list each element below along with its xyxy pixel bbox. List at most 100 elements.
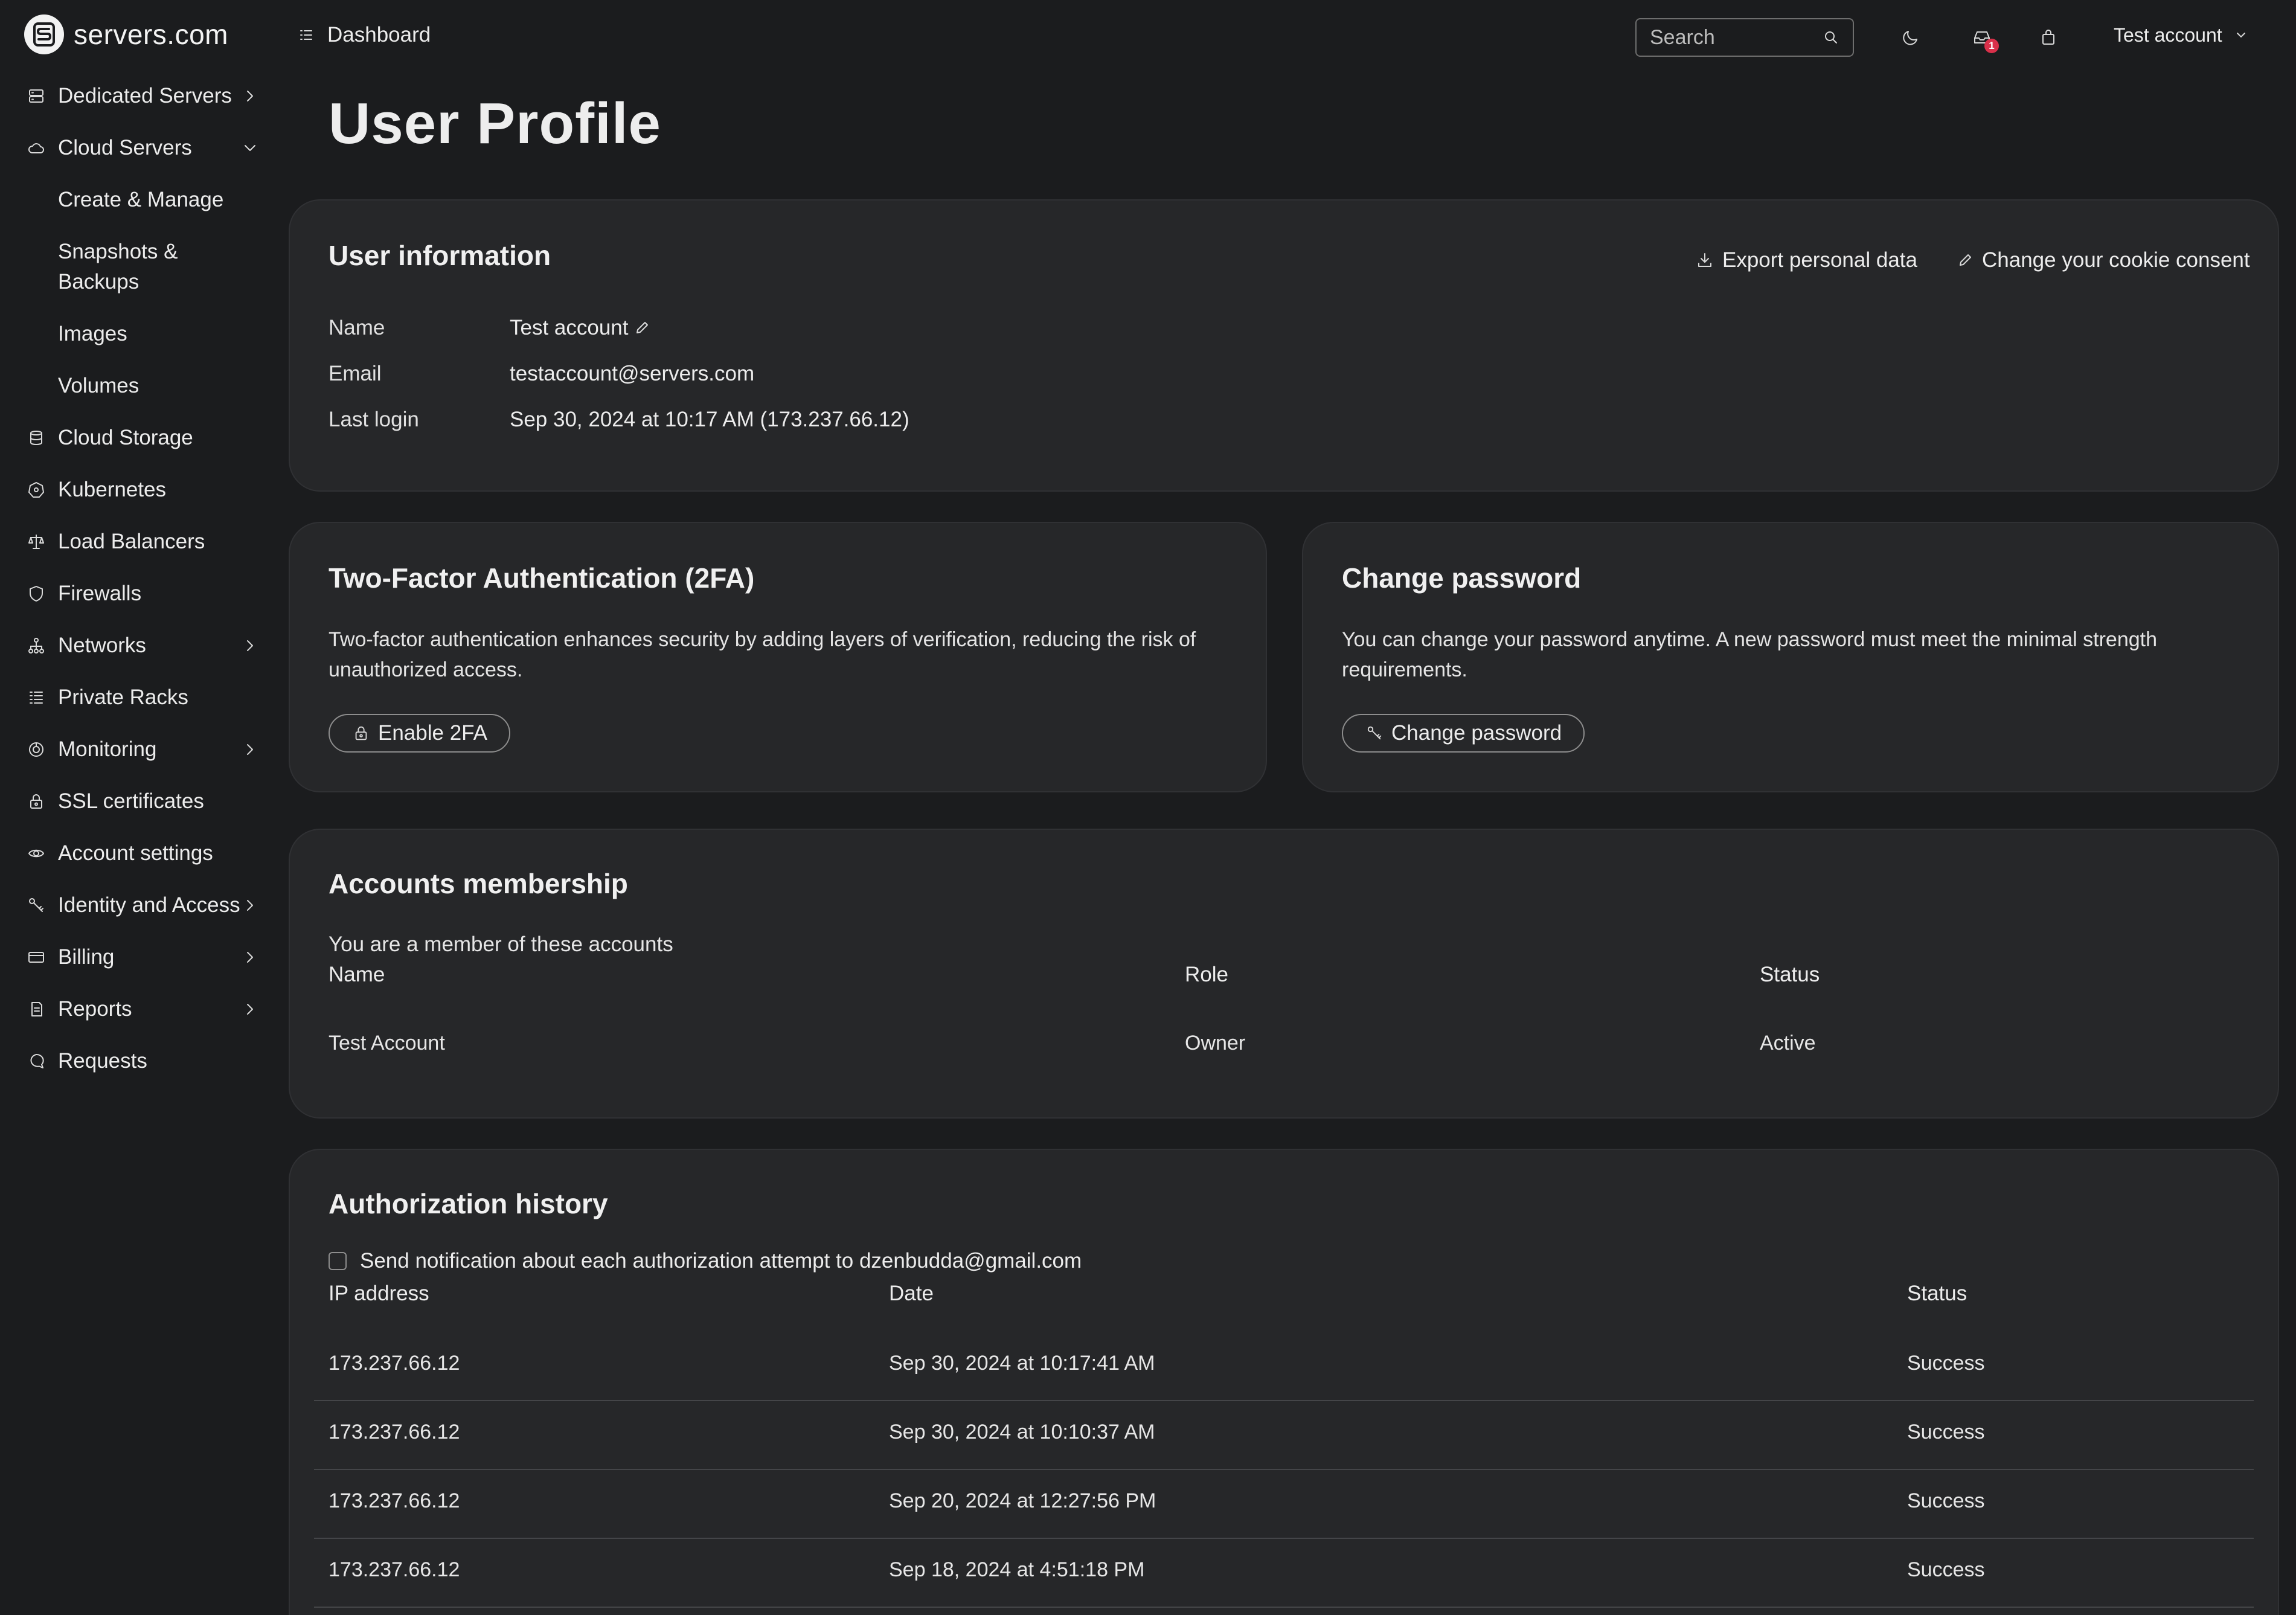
dashboard-label: Dashboard	[327, 23, 431, 47]
sidebar-item-dedicated-servers[interactable]: Dedicated Servers	[0, 70, 275, 122]
account-menu[interactable]: Test account	[2114, 22, 2249, 48]
server-icon	[27, 86, 46, 106]
sidebar-item-networks[interactable]: Networks	[0, 620, 275, 672]
auth-ip: 173.237.66.12	[329, 1352, 460, 1375]
info-key: Last login	[329, 408, 419, 431]
scale-icon	[27, 532, 46, 551]
user-name-value: Test account	[510, 316, 629, 339]
sidebar-item-monitoring[interactable]: Monitoring	[0, 724, 275, 775]
sidebar-item-firewalls[interactable]: Firewalls	[0, 568, 275, 620]
shield-icon	[27, 584, 46, 603]
change-cookie-consent-link[interactable]: Change your cookie consent	[1957, 245, 2250, 275]
button-label: Enable 2FA	[378, 721, 487, 745]
sidebar-item-cloud-servers[interactable]: Cloud Servers	[0, 122, 275, 174]
info-key: Name	[329, 316, 385, 339]
monitoring-icon	[27, 740, 46, 759]
card-title: Change password	[1342, 562, 1582, 594]
chevron-right-icon	[247, 952, 253, 963]
password-description: You can change your password anytime. A …	[1342, 628, 2158, 681]
change-password-card: Change password You can change your pass…	[1302, 522, 2279, 792]
logo-icon	[24, 14, 64, 54]
rack-icon	[27, 688, 46, 707]
search-box[interactable]	[1635, 18, 1854, 57]
auth-status: Success	[1907, 1421, 1985, 1443]
cart-button[interactable]	[2035, 24, 2062, 51]
membership-status: Active	[1760, 1032, 1816, 1055]
column-header-status: Status	[1907, 1282, 1967, 1305]
export-personal-data-link[interactable]: Export personal data	[1696, 245, 1917, 275]
button-label: Change password	[1391, 721, 1562, 745]
database-icon	[27, 428, 46, 448]
row-divider	[314, 1469, 2254, 1470]
info-row-last-login: Last login Sep 30, 2024 at 10:17 AM (173…	[329, 405, 909, 435]
info-key: Email	[329, 362, 382, 385]
enable-2fa-button[interactable]: Enable 2FA	[329, 714, 510, 753]
sidebar-subitem-snapshots-backups[interactable]: Snapshots & Backups	[0, 226, 275, 308]
sidebar-item-account-settings[interactable]: Account settings	[0, 827, 275, 879]
sidebar-item-kubernetes[interactable]: Kubernetes	[0, 464, 275, 516]
cloud-icon	[27, 138, 46, 158]
dashboard-link[interactable]: Dashboard	[298, 22, 431, 48]
notifications-button[interactable]: 1	[1969, 24, 1999, 53]
sidebar-item-private-racks[interactable]: Private Racks	[0, 672, 275, 724]
chevron-right-icon	[247, 91, 253, 101]
sidebar-item-billing[interactable]: Billing	[0, 931, 275, 983]
key-icon	[1367, 726, 1382, 740]
sidebar-item-requests[interactable]: Requests	[0, 1035, 275, 1087]
network-icon	[27, 636, 46, 655]
brand-logo[interactable]: servers.com	[24, 14, 228, 54]
sidebar-subitem-volumes[interactable]: Volumes	[0, 360, 275, 412]
sidebar-item-label: Dedicated Servers	[58, 84, 232, 108]
sidebar-subitem-create-manage[interactable]: Create & Manage	[0, 174, 275, 226]
membership-subtitle: You are a member of these accounts	[329, 933, 673, 956]
bag-icon	[2042, 30, 2054, 45]
account-label: Test account	[2114, 24, 2222, 46]
info-row-email: Email testaccount@servers.com	[329, 359, 754, 389]
chevron-right-icon	[247, 744, 253, 755]
auth-status: Success	[1907, 1558, 1985, 1581]
edit-name-icon[interactable]	[633, 319, 650, 336]
sidebar-item-load-balancers[interactable]: Load Balancers	[0, 516, 275, 568]
cookie-label: Change your cookie consent	[1982, 248, 2250, 272]
row-divider	[314, 1607, 2254, 1608]
brand-name: servers.com	[74, 19, 228, 50]
sidebar-item-label: Monitoring	[58, 737, 157, 761]
notify-checkbox[interactable]	[329, 1252, 347, 1270]
sidebar-item-cloud-storage[interactable]: Cloud Storage	[0, 412, 275, 464]
auth-date: Sep 30, 2024 at 10:10:37 AM	[889, 1421, 1155, 1443]
info-value: Test account	[510, 316, 650, 340]
twofa-description: Two-factor authentication enhances secur…	[329, 628, 1196, 681]
search-icon[interactable]	[1823, 29, 1839, 46]
sidebar-subitem-images[interactable]: Images	[0, 308, 275, 360]
change-password-button[interactable]: Change password	[1342, 714, 1585, 753]
info-value: Sep 30, 2024 at 10:17 AM (173.237.66.12)	[510, 408, 909, 431]
auth-status: Success	[1907, 1489, 1985, 1512]
auth-date: Sep 30, 2024 at 10:17:41 AM	[889, 1352, 1155, 1375]
card-title: Accounts membership	[329, 868, 628, 899]
sidebar-subitem-label: Snapshots & Backups	[58, 240, 178, 294]
auth-ip: 173.237.66.12	[329, 1421, 460, 1443]
theme-toggle[interactable]	[1897, 24, 1924, 51]
auth-ip: 173.237.66.12	[329, 1558, 460, 1581]
auth-date: Sep 18, 2024 at 4:51:18 PM	[889, 1558, 1145, 1581]
sidebar-item-identity-access[interactable]: Identity and Access	[0, 879, 275, 931]
sidebar-item-label: Firewalls	[58, 582, 142, 605]
sidebar-item-label: Kubernetes	[58, 478, 167, 501]
sidebar-item-reports[interactable]: Reports	[0, 983, 275, 1035]
membership-account-name: Test Account	[329, 1032, 445, 1055]
lock-icon	[355, 726, 367, 740]
notification-badge: 1	[1984, 39, 1999, 53]
page-title: User Profile	[329, 91, 661, 156]
sidebar-item-ssl-certificates[interactable]: SSL certificates	[0, 775, 275, 827]
two-factor-card: Two-Factor Authentication (2FA) Two-fact…	[289, 522, 1267, 792]
chevron-down-icon	[245, 145, 255, 151]
download-icon	[1698, 253, 1711, 267]
user-information-card: User information Export personal data Ch…	[289, 199, 2279, 492]
notify-checkbox-row[interactable]: Send notification about each authorizati…	[329, 1249, 1082, 1273]
lock-icon	[27, 792, 46, 811]
search-input[interactable]	[1650, 25, 1813, 50]
sidebar-item-label: Load Balancers	[58, 530, 205, 553]
auth-status: Success	[1907, 1352, 1985, 1375]
card-title: User information	[329, 240, 551, 271]
auth-ip: 173.237.66.12	[329, 1489, 460, 1512]
